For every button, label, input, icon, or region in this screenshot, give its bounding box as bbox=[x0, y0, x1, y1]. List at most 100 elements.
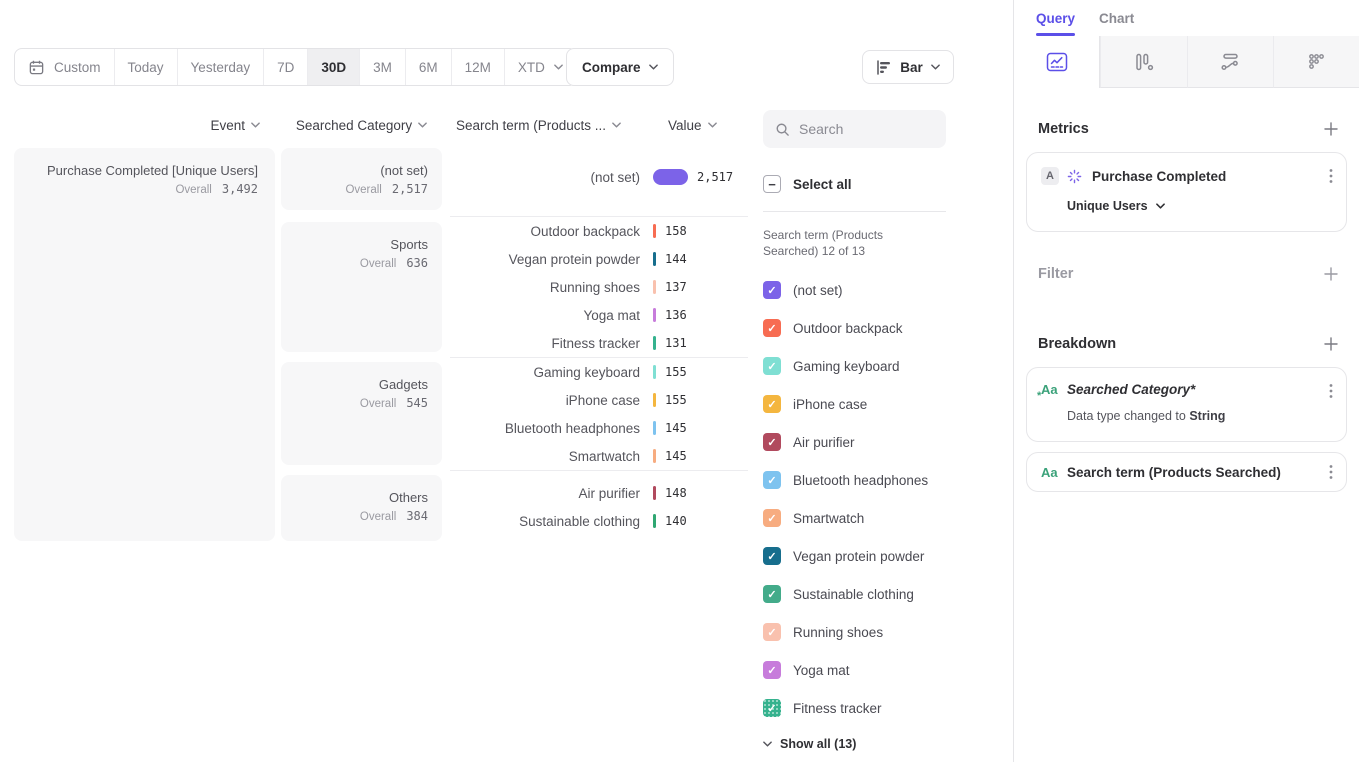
tab-funnels[interactable] bbox=[1100, 36, 1186, 88]
category-cell[interactable]: Sports Overall 636 bbox=[281, 222, 442, 352]
add-breakdown-button[interactable] bbox=[1323, 336, 1339, 352]
legend-item[interactable]: Yoga mat bbox=[763, 651, 946, 689]
column-header-value[interactable]: Value bbox=[668, 117, 717, 133]
tab-flows[interactable] bbox=[1187, 36, 1273, 88]
metric-letter-badge: A bbox=[1041, 167, 1059, 185]
item-checkbox[interactable] bbox=[763, 281, 781, 299]
term-row[interactable]: Yoga mat 136 bbox=[450, 301, 748, 329]
search-term-column: (not set) 2,517 Outdoor backpack 158 Veg… bbox=[450, 148, 748, 540]
column-header-event[interactable]: Event bbox=[14, 117, 260, 133]
string-property-icon: Aa bbox=[1041, 465, 1061, 480]
value-bar bbox=[653, 280, 656, 294]
category-cell[interactable]: (not set) Overall 2,517 bbox=[281, 148, 442, 210]
breakdown-name[interactable]: Searched Category* bbox=[1067, 382, 1195, 397]
legend-item[interactable]: Bluetooth headphones bbox=[763, 461, 946, 499]
item-checkbox[interactable] bbox=[763, 699, 781, 717]
value-bar bbox=[653, 486, 656, 500]
tab-insights[interactable] bbox=[1014, 36, 1100, 88]
date-range-3m[interactable]: 3M bbox=[359, 49, 405, 85]
legend-item[interactable]: Fitness tracker bbox=[763, 689, 946, 727]
date-range-6m[interactable]: 6M bbox=[405, 49, 451, 85]
date-range-7d[interactable]: 7D bbox=[263, 49, 307, 85]
breakdown-subtitle: Data type changed to String bbox=[1067, 409, 1332, 423]
chevron-down-icon bbox=[418, 122, 427, 128]
breakdown-name[interactable]: Search term (Products Searched) bbox=[1067, 465, 1281, 480]
show-all-toggle[interactable]: Show all (13) bbox=[763, 737, 946, 751]
value-bar bbox=[653, 308, 656, 322]
tab-query[interactable]: Query bbox=[1036, 0, 1075, 36]
breakdown-title: Breakdown bbox=[1038, 336, 1116, 352]
insights-icon bbox=[1046, 52, 1068, 72]
chart-type-select[interactable]: Bar bbox=[862, 50, 954, 84]
legend-item[interactable]: Air purifier bbox=[763, 423, 946, 461]
item-checkbox[interactable] bbox=[763, 357, 781, 375]
search-box[interactable] bbox=[763, 110, 946, 148]
item-checkbox[interactable] bbox=[763, 471, 781, 489]
term-row[interactable]: Vegan protein powder 144 bbox=[450, 245, 748, 273]
column-header-searched-category[interactable]: Searched Category bbox=[281, 117, 442, 133]
date-range-custom[interactable]: Custom bbox=[15, 49, 114, 85]
add-metric-button[interactable] bbox=[1323, 121, 1339, 137]
date-range-today[interactable]: Today bbox=[114, 49, 177, 85]
compare-button[interactable]: Compare bbox=[566, 48, 674, 86]
term-row[interactable]: Bluetooth headphones 145 bbox=[450, 414, 748, 442]
legend-item[interactable]: Gaming keyboard bbox=[763, 347, 946, 385]
term-row[interactable]: Gaming keyboard 155 bbox=[450, 358, 748, 386]
date-range-yesterday[interactable]: Yesterday bbox=[177, 49, 264, 85]
item-checkbox[interactable] bbox=[763, 319, 781, 337]
value-bar bbox=[653, 224, 656, 238]
term-row[interactable]: (not set) 2,517 bbox=[450, 163, 748, 191]
term-row[interactable]: Running shoes 137 bbox=[450, 273, 748, 301]
search-input[interactable] bbox=[799, 121, 934, 137]
date-range-12m[interactable]: 12M bbox=[451, 49, 504, 85]
term-row[interactable]: Air purifier 148 bbox=[450, 479, 748, 507]
item-checkbox[interactable] bbox=[763, 433, 781, 451]
select-all-label: Select all bbox=[793, 177, 852, 192]
term-row[interactable]: Fitness tracker 131 bbox=[450, 329, 748, 357]
value-bar bbox=[653, 514, 656, 528]
metric-name[interactable]: Purchase Completed bbox=[1092, 169, 1226, 184]
add-filter-button[interactable] bbox=[1323, 266, 1339, 282]
term-group: Gaming keyboard 155 iPhone case 155 Blue… bbox=[450, 357, 748, 470]
term-row[interactable]: Smartwatch 145 bbox=[450, 442, 748, 470]
select-all-row[interactable]: Select all bbox=[763, 175, 946, 193]
item-checkbox[interactable] bbox=[763, 547, 781, 565]
aggregation-dropdown[interactable]: Unique Users bbox=[1067, 199, 1332, 213]
event-cell[interactable]: Purchase Completed [Unique Users] Overal… bbox=[14, 148, 275, 541]
chevron-down-icon bbox=[1156, 203, 1165, 209]
item-checkbox[interactable] bbox=[763, 395, 781, 413]
legend-item[interactable]: Sustainable clothing bbox=[763, 575, 946, 613]
event-title: Purchase Completed [Unique Users] bbox=[31, 163, 258, 178]
legend-item[interactable]: Smartwatch bbox=[763, 499, 946, 537]
column-header-search-term[interactable]: Search term (Products ... bbox=[456, 117, 621, 133]
item-checkbox[interactable] bbox=[763, 661, 781, 679]
filter-section-header: Filter bbox=[1014, 264, 1359, 284]
legend-item[interactable]: Vegan protein powder bbox=[763, 537, 946, 575]
select-all-checkbox[interactable] bbox=[763, 175, 781, 193]
chevron-down-icon bbox=[612, 122, 621, 128]
term-row[interactable]: Sustainable clothing 140 bbox=[450, 507, 748, 535]
search-icon bbox=[775, 122, 790, 137]
legend-item[interactable]: Outdoor backpack bbox=[763, 309, 946, 347]
term-row[interactable]: Outdoor backpack 158 bbox=[450, 217, 748, 245]
item-checkbox[interactable] bbox=[763, 509, 781, 527]
divider bbox=[763, 211, 946, 212]
kebab-menu-icon[interactable] bbox=[1329, 464, 1333, 480]
term-row[interactable]: iPhone case 155 bbox=[450, 386, 748, 414]
category-cell[interactable]: Gadgets Overall 545 bbox=[281, 362, 442, 465]
item-checkbox[interactable] bbox=[763, 585, 781, 603]
query-panel-tabs: Query Chart bbox=[1014, 0, 1359, 36]
date-range-30d-selected[interactable]: 30D bbox=[307, 49, 359, 85]
legend-item[interactable]: Running shoes bbox=[763, 613, 946, 651]
item-checkbox[interactable] bbox=[763, 623, 781, 641]
legend-item[interactable]: (not set) bbox=[763, 271, 946, 309]
kebab-menu-icon[interactable] bbox=[1329, 383, 1333, 399]
tab-retention[interactable] bbox=[1273, 36, 1359, 88]
category-cell[interactable]: Others Overall 384 bbox=[281, 475, 442, 541]
tab-chart[interactable]: Chart bbox=[1099, 0, 1134, 36]
query-panel: Query Chart bbox=[1013, 0, 1359, 762]
legend-item[interactable]: iPhone case bbox=[763, 385, 946, 423]
metrics-title: Metrics bbox=[1038, 121, 1089, 137]
breakdown-section-header: Breakdown bbox=[1014, 334, 1359, 354]
kebab-menu-icon[interactable] bbox=[1329, 168, 1333, 184]
